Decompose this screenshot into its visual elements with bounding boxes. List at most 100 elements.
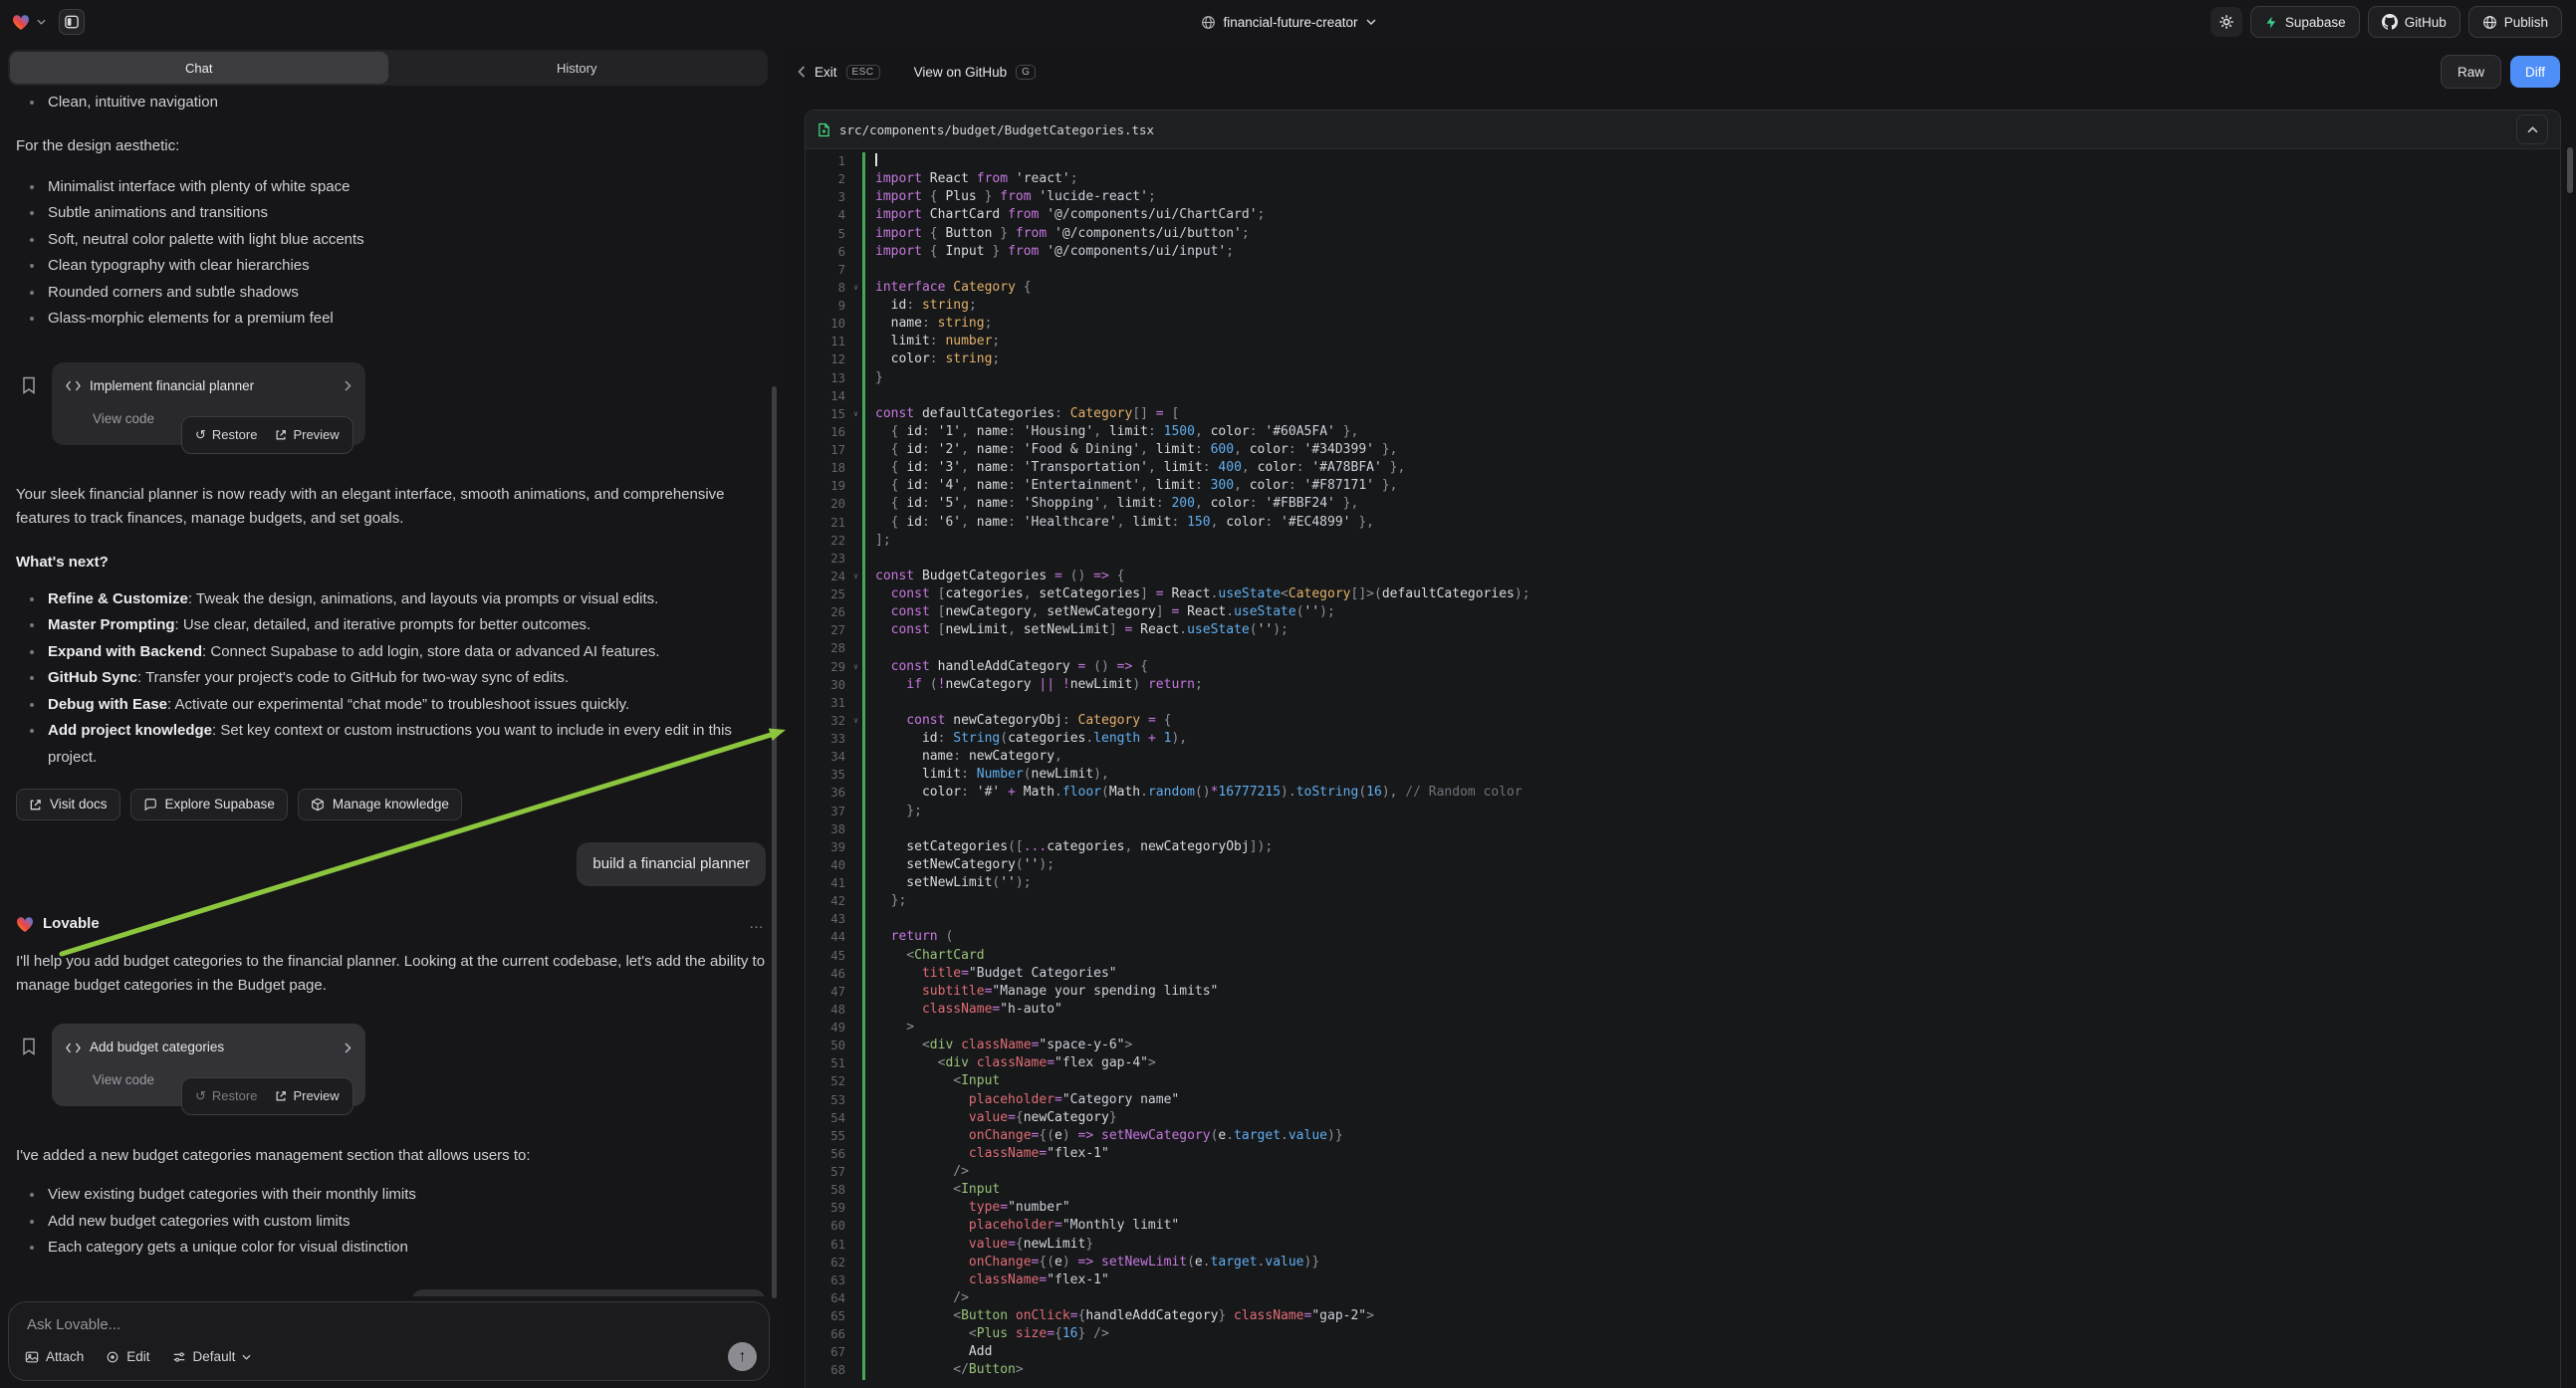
code-line: 43 <box>806 910 2560 928</box>
code-line: 52 <Input <box>806 1072 2560 1090</box>
diff-toggle-button[interactable]: Diff <box>2510 56 2560 88</box>
lovable-heart-icon <box>16 916 34 933</box>
code-line: 44 return ( <box>806 928 2560 946</box>
code-line: 39 setCategories([...categories, newCate… <box>806 838 2560 856</box>
preview-button[interactable]: Preview <box>275 1084 339 1108</box>
more-options-button[interactable]: … <box>749 912 766 936</box>
card-hover-actions: ↺ Restore Preview <box>181 416 353 454</box>
esc-key-badge: ESC <box>846 65 880 80</box>
supabase-bolt-icon <box>2264 15 2278 30</box>
list-item: Clean typography with clear hierarchies <box>16 253 766 280</box>
code-line: 62 onChange={(e) => setNewLimit(e.target… <box>806 1254 2560 1272</box>
list-item: Glass-morphic elements for a premium fee… <box>16 306 766 333</box>
toggle-sidebar-button[interactable] <box>59 9 85 35</box>
code-line: 13} <box>806 369 2560 387</box>
code-line: 18 { id: '3', name: 'Transportation', li… <box>806 459 2560 477</box>
code-line: 1 <box>806 152 2560 170</box>
code-line: 66 <Plus size={16} /> <box>806 1325 2560 1343</box>
user-message: build a financial planner <box>577 842 766 886</box>
tab-history[interactable]: History <box>388 52 767 84</box>
list-item: GitHub Sync: Transfer your project's cod… <box>16 665 766 692</box>
chat-input[interactable] <box>15 1312 763 1336</box>
collapse-file-button[interactable] <box>2516 115 2548 144</box>
list-item: Master Prompting: Use clear, detailed, a… <box>16 612 766 639</box>
gear-icon <box>2219 14 2234 30</box>
code-line: 27 const [newLimit, setNewLimit] = React… <box>806 621 2560 639</box>
bookmark-icon[interactable] <box>22 1038 36 1055</box>
version-card-title: Implement financial planner <box>90 374 254 398</box>
file-diff-card: src/components/budget/BudgetCategories.t… <box>805 110 2561 1388</box>
lovable-logo-icon[interactable] <box>12 14 30 31</box>
code-line: 47 subtitle="Manage your spending limits… <box>806 983 2560 1001</box>
code-line: 28 <box>806 639 2560 657</box>
project-selector[interactable]: financial-future-creator <box>1200 15 1375 30</box>
bookmark-icon[interactable] <box>22 376 36 394</box>
supabase-button[interactable]: Supabase <box>2250 6 2360 38</box>
assistant-reply-intro: I've added a new budget categories manag… <box>16 1144 766 1168</box>
file-path: src/components/budget/BudgetCategories.t… <box>839 122 1154 137</box>
mode-selector[interactable]: Default <box>172 1349 252 1364</box>
send-button[interactable]: ↑ <box>728 1342 757 1371</box>
code-line: 59 type="number" <box>806 1199 2560 1217</box>
back-chevron-icon[interactable] <box>798 66 806 78</box>
assistant-header: Lovable … <box>16 912 766 936</box>
github-button[interactable]: GitHub <box>2368 6 2460 38</box>
code-line: 24∨const BudgetCategories = () => { <box>806 568 2560 585</box>
code-line: 60 placeholder="Monthly limit" <box>806 1217 2560 1235</box>
code-line: 29∨ const handleAddCategory = () => { <box>806 658 2560 676</box>
target-icon <box>106 1350 119 1364</box>
explore-supabase-button[interactable]: Explore Supabase <box>130 789 288 820</box>
file-header[interactable]: src/components/budget/BudgetCategories.t… <box>806 111 2560 149</box>
code-line: 22]; <box>806 532 2560 550</box>
manage-knowledge-button[interactable]: Manage knowledge <box>298 789 462 820</box>
code-line: 26 const [newCategory, setNewCategory] =… <box>806 603 2560 621</box>
chat-scrollbar[interactable] <box>772 386 777 1298</box>
restore-icon: ↺ <box>195 1084 206 1108</box>
view-on-github-button[interactable]: View on GitHub <box>914 65 1008 80</box>
code-line: 30 if (!newCategory || !newLimit) return… <box>806 676 2560 694</box>
publish-globe-icon <box>2482 15 2497 30</box>
supabase-label: Supabase <box>2285 15 2346 30</box>
card-hover-actions: ↺ Restore Preview <box>181 1077 353 1115</box>
settings-button[interactable] <box>2211 7 2242 37</box>
design-aesthetic-heading: For the design aesthetic: <box>16 134 766 158</box>
g-key-badge: G <box>1016 65 1036 80</box>
logo-chevron-down-icon[interactable] <box>37 19 46 25</box>
chat-history-tabs: Chat History <box>8 50 768 86</box>
project-name: financial-future-creator <box>1223 15 1357 30</box>
code-line: 64 /> <box>806 1289 2560 1307</box>
assistant-reply: I'll help you add budget categories to t… <box>16 950 766 998</box>
code-line: 17 { id: '2', name: 'Food & Dining', lim… <box>806 441 2560 459</box>
attach-button[interactable]: Attach <box>25 1349 84 1364</box>
preview-button[interactable]: Preview <box>275 423 339 447</box>
code-scrollbar[interactable] <box>2567 147 2573 193</box>
publish-button[interactable]: Publish <box>2468 6 2562 38</box>
code-line: 50 <div className="space-y-6"> <box>806 1037 2560 1054</box>
tab-chat[interactable]: Chat <box>10 52 388 84</box>
code-line: 19 { id: '4', name: 'Entertainment', lim… <box>806 477 2560 495</box>
exit-button[interactable]: Exit <box>815 65 837 80</box>
project-chevron-down-icon <box>1366 19 1376 25</box>
code-line: 8∨interface Category { <box>806 279 2560 297</box>
code-line: 23 <box>806 550 2560 568</box>
code-line: 5import { Button } from '@/components/ui… <box>806 225 2560 243</box>
chevron-right-icon <box>345 380 351 391</box>
code-line: 37 }; <box>806 803 2560 820</box>
restore-button[interactable]: ↺ Restore <box>195 1084 257 1108</box>
assistant-summary: Your sleek financial planner is now read… <box>16 483 766 531</box>
sliders-icon <box>172 1350 186 1364</box>
app-root: financial-future-creator <box>0 0 2576 1388</box>
code-line: 42 }; <box>806 892 2560 910</box>
raw-toggle-button[interactable]: Raw <box>2441 55 2501 89</box>
code-line: 4import ChartCard from '@/components/ui/… <box>806 206 2560 224</box>
code-line: 56 className="flex-1" <box>806 1145 2560 1163</box>
github-label: GitHub <box>2405 15 2447 30</box>
whats-next-heading: What's next? <box>16 551 766 575</box>
code-line: 15∨const defaultCategories: Category[] =… <box>806 405 2560 423</box>
code-line: 33 id: String(categories.length + 1), <box>806 730 2560 748</box>
code-line: 34 name: newCategory, <box>806 748 2560 766</box>
restore-button[interactable]: ↺ Restore <box>195 423 257 447</box>
version-card-add-budget-categories: Add budget categories View code ↺ Restor… <box>16 1024 766 1106</box>
edit-button[interactable]: Edit <box>106 1349 149 1364</box>
visit-docs-button[interactable]: Visit docs <box>16 789 120 820</box>
